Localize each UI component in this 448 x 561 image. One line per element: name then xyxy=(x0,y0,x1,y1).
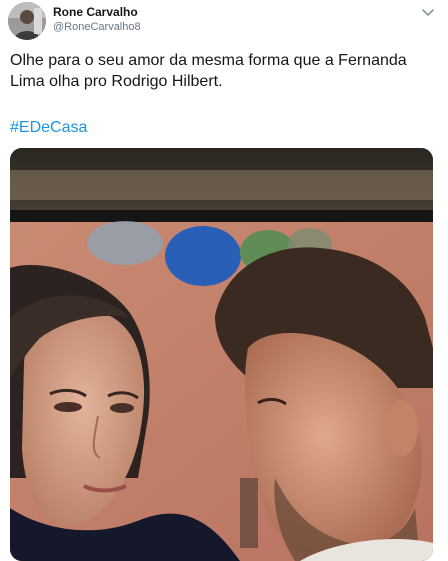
tweet-media[interactable] xyxy=(10,148,433,561)
chevron-down-icon xyxy=(422,9,434,16)
tv-screen-photo xyxy=(10,148,433,561)
tweet-text: Olhe para o seu amor da mesma forma que … xyxy=(10,52,407,90)
user-avatar[interactable] xyxy=(8,2,46,40)
tweet-header: Rone Carvalho @RoneCarvalho8 xyxy=(8,2,440,44)
user-info: Rone Carvalho @RoneCarvalho8 xyxy=(53,5,141,33)
display-name[interactable]: Rone Carvalho xyxy=(53,5,141,19)
tweet-menu-button[interactable] xyxy=(420,6,436,20)
user-handle[interactable]: @RoneCarvalho8 xyxy=(53,21,141,33)
hashtag-link[interactable]: #EDeCasa xyxy=(10,119,87,137)
avatar-image xyxy=(8,2,46,40)
